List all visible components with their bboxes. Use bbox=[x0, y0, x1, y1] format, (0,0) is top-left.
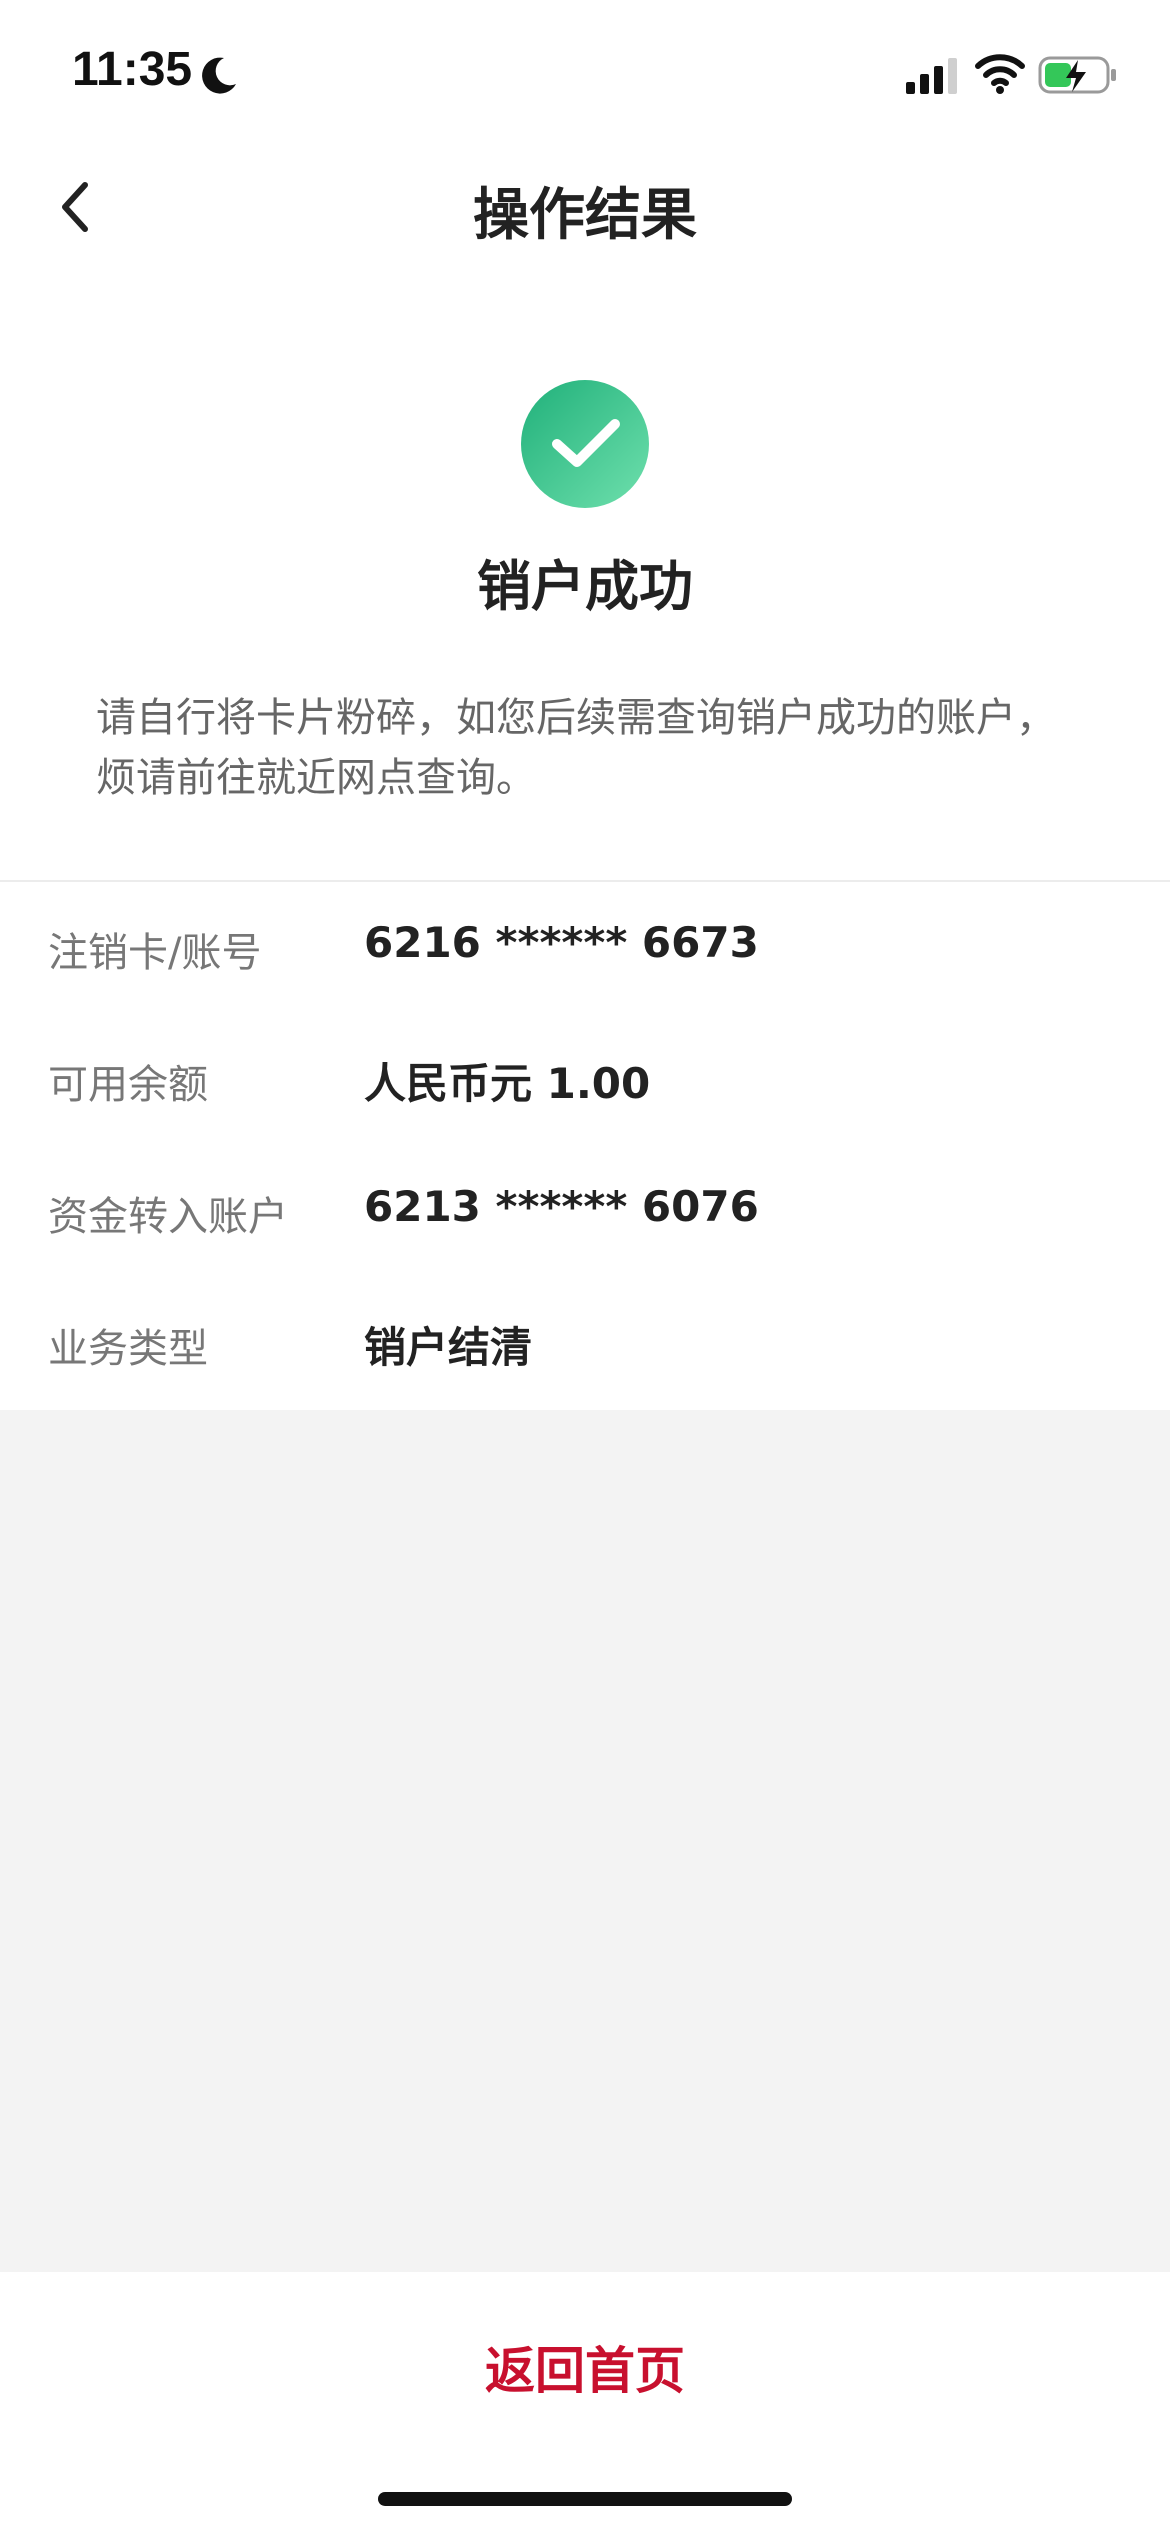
detail-row-available-balance: 可用余额 人民币元 1.00 bbox=[0, 1014, 1170, 1146]
detail-label: 注销卡/账号 bbox=[48, 930, 262, 976]
moon-icon bbox=[202, 57, 236, 94]
detail-value: 人民币元 1.00 bbox=[364, 1059, 651, 1108]
status-time: 11:35 bbox=[72, 43, 193, 96]
result-panel: 销户成功 请自行将卡片粉碎，如您后续需查询销户成功的账户，烦请前往就近网点查询。 bbox=[0, 262, 1170, 880]
result-note: 请自行将卡片粉碎，如您后续需查询销户成功的账户，烦请前往就近网点查询。 bbox=[96, 695, 1056, 801]
detail-value: 6213 ****** 6076 bbox=[364, 1182, 759, 1231]
result-title: 销户成功 bbox=[477, 555, 693, 618]
battery-charging-icon bbox=[1038, 56, 1116, 94]
nav-bar: 操作结果 bbox=[0, 150, 1170, 262]
detail-row-business-type: 业务类型 销户结清 bbox=[0, 1278, 1170, 1410]
return-home-button[interactable]: 返回首页 bbox=[0, 2312, 1170, 2422]
status-bar: 11:35 bbox=[0, 0, 1170, 150]
detail-value: 销户结清 bbox=[364, 1323, 533, 1372]
detail-label: 资金转入账户 bbox=[48, 1194, 288, 1240]
home-indicator[interactable] bbox=[378, 2492, 792, 2506]
detail-row-closed-account: 注销卡/账号 6216 ****** 6673 bbox=[0, 882, 1170, 1014]
wifi-icon bbox=[975, 54, 1025, 94]
detail-label: 可用余额 bbox=[48, 1062, 208, 1108]
check-circle-icon bbox=[521, 380, 649, 508]
detail-row-transfer-account: 资金转入账户 6213 ****** 6076 bbox=[0, 1146, 1170, 1278]
bottom-bar: 返回首页 bbox=[0, 2272, 1170, 2532]
detail-value: 6216 ****** 6673 bbox=[364, 918, 759, 967]
detail-label: 业务类型 bbox=[48, 1326, 208, 1372]
cellular-signal-icon bbox=[906, 58, 957, 94]
details-panel: 注销卡/账号 6216 ****** 6673 可用余额 人民币元 1.00 资… bbox=[0, 882, 1170, 1410]
page-title: 操作结果 bbox=[473, 183, 697, 248]
